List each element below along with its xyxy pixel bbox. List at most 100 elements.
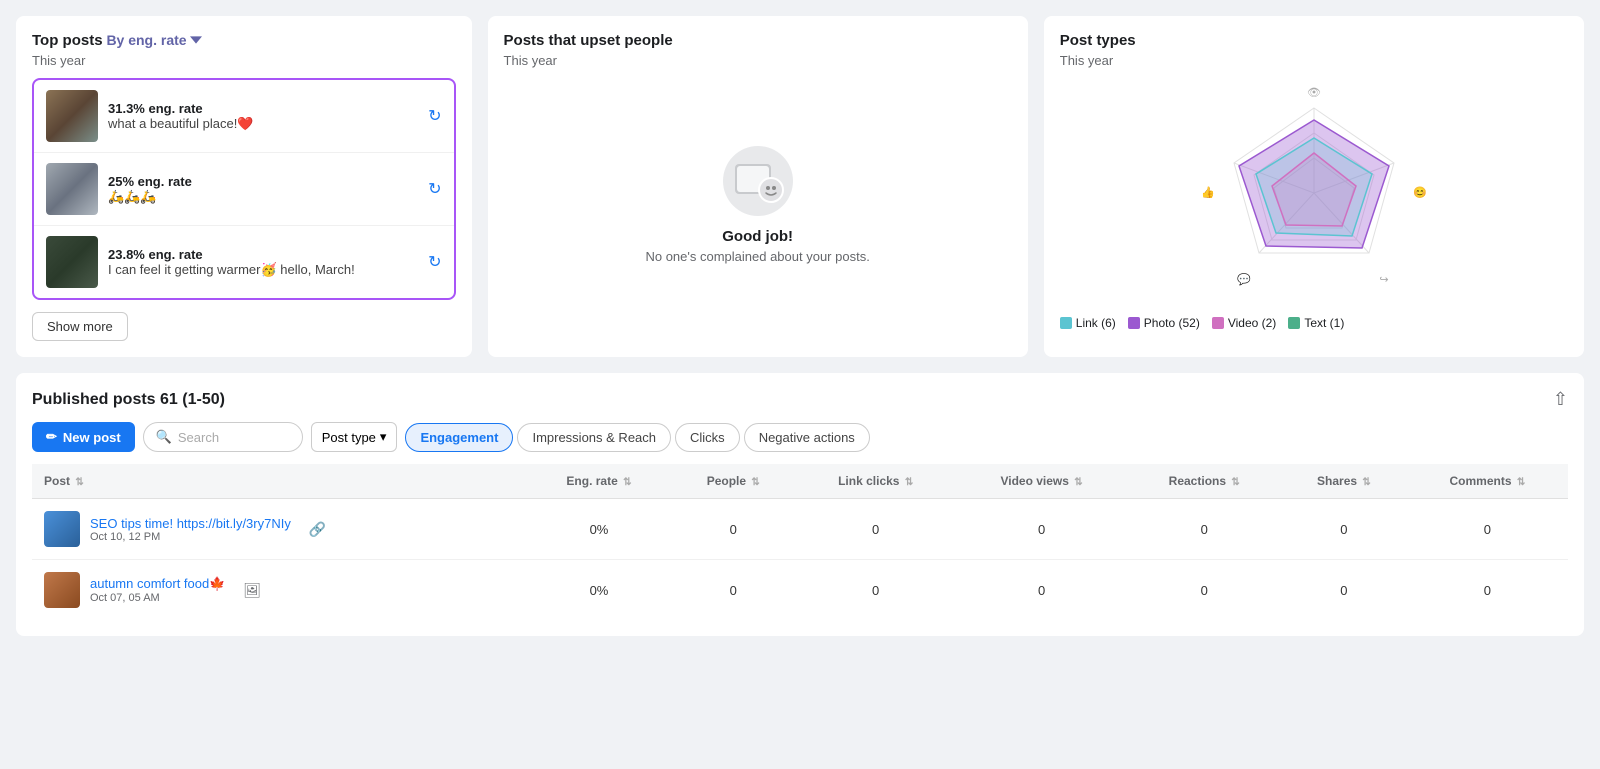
post-thumbnail: [46, 90, 98, 142]
post-type-dropdown[interactable]: Post type ▾: [311, 422, 398, 452]
top-post-item: 25% eng. rate 🛵🛵🛵 ↻: [34, 153, 454, 226]
post-eng-rate: 23.8% eng. rate: [108, 247, 418, 262]
tabs: Engagement Impressions & Reach Clicks Ne…: [405, 423, 869, 452]
legend-dot-text: [1288, 317, 1300, 329]
post-thumbnail: [46, 163, 98, 215]
top-post-item: 23.8% eng. rate I can feel it getting wa…: [34, 226, 454, 298]
sort-icon: ⇅: [1362, 477, 1370, 488]
legend-label-video: Video (2): [1228, 316, 1276, 330]
post-types-period: This year: [1060, 53, 1568, 68]
video-views-value: 0: [956, 560, 1128, 621]
upset-posts-card: Posts that upset people This year Good j…: [488, 16, 1028, 357]
eng-rate-value: 0%: [527, 499, 671, 560]
video-views-value: 0: [956, 499, 1128, 560]
radar-svg: 👁 👍 😊 💬 ↪: [1194, 78, 1434, 308]
sort-icon: ⇅: [1074, 477, 1082, 488]
tab-engagement[interactable]: Engagement: [405, 423, 513, 452]
post-type-icon-photo: 🖼: [243, 582, 261, 599]
col-reactions: Reactions ⇅: [1127, 464, 1281, 499]
export-button[interactable]: ⇧: [1553, 389, 1568, 410]
post-date: Oct 10, 12 PM: [90, 531, 291, 543]
post-date: Oct 07, 05 AM: [90, 592, 225, 604]
legend-label-link: Link (6): [1076, 316, 1116, 330]
good-job-description: No one's complained about your posts.: [645, 249, 869, 264]
people-value: 0: [671, 560, 796, 621]
top-posts-list: 31.3% eng. rate what a beautiful place!❤…: [32, 78, 456, 300]
post-types-card: Post types This year 👁 👍 😊 💬 ↪: [1044, 16, 1584, 357]
legend-photo: Photo (52): [1128, 316, 1200, 330]
col-eng-rate: Eng. rate ⇅: [527, 464, 671, 499]
post-cell: autumn comfort food🍁 Oct 07, 05 AM 🖼: [32, 560, 527, 621]
sort-icon: ⇅: [1231, 477, 1239, 488]
post-type-icon-link: 🔗: [309, 521, 326, 538]
section-title-group: Published posts 61 (1-50): [32, 391, 225, 409]
radar-chart: 👁 👍 😊 💬 ↪: [1194, 78, 1434, 308]
legend-text: Text (1): [1288, 316, 1344, 330]
post-avatar: [44, 511, 80, 547]
top-post-item: 31.3% eng. rate what a beautiful place!❤…: [34, 80, 454, 153]
top-posts-title: Top posts: [32, 32, 103, 49]
legend-dot-photo: [1128, 317, 1140, 329]
refresh-button[interactable]: ↻: [428, 252, 441, 272]
legend-label-text: Text (1): [1304, 316, 1344, 330]
upset-posts-title: Posts that upset people: [504, 32, 1012, 49]
section-title: Published posts 61 (1-50): [32, 391, 225, 408]
legend-video: Video (2): [1212, 316, 1276, 330]
upset-posts-content: Good job! No one's complained about your…: [504, 68, 1012, 341]
refresh-button[interactable]: ↻: [428, 106, 441, 126]
sort-icon: ⇅: [751, 477, 759, 488]
legend-dot-link: [1060, 317, 1072, 329]
col-people: People ⇅: [671, 464, 796, 499]
post-caption: 🛵🛵🛵: [108, 189, 418, 205]
post-caption: I can feel it getting warmer🥳 hello, Mar…: [108, 262, 418, 278]
refresh-button[interactable]: ↻: [428, 179, 441, 199]
shares-value: 0: [1281, 560, 1407, 621]
eng-rate-value: 0%: [527, 560, 671, 621]
tab-impressions-reach[interactable]: Impressions & Reach: [517, 423, 671, 452]
sort-by-eng-rate-button[interactable]: By eng. rate: [106, 32, 201, 48]
search-icon: 🔍: [156, 429, 172, 445]
chevron-down-icon: ▾: [380, 429, 387, 445]
svg-text:😊: 😊: [1413, 186, 1427, 199]
pencil-icon: ✏: [46, 429, 57, 445]
good-job-icon: [723, 146, 793, 216]
col-video-views: Video views ⇅: [956, 464, 1128, 499]
reactions-value: 0: [1127, 560, 1281, 621]
post-caption: what a beautiful place!❤️: [108, 116, 418, 132]
new-post-button[interactable]: ✏ New post: [32, 422, 135, 452]
search-box[interactable]: 🔍 Search: [143, 422, 303, 452]
comments-value: 0: [1407, 560, 1568, 621]
search-placeholder: Search: [178, 430, 219, 445]
link-clicks-value: 0: [796, 499, 956, 560]
top-posts-period: This year: [32, 53, 456, 68]
legend-dot-video: [1212, 317, 1224, 329]
post-eng-rate: 25% eng. rate: [108, 174, 418, 189]
post-avatar: [44, 572, 80, 608]
good-job-title: Good job!: [722, 228, 793, 245]
link-clicks-value: 0: [796, 560, 956, 621]
svg-text:💬: 💬: [1237, 273, 1251, 286]
col-link-clicks: Link clicks ⇅: [796, 464, 956, 499]
comments-value: 0: [1407, 499, 1568, 560]
col-comments: Comments ⇅: [1407, 464, 1568, 499]
post-thumbnail: [46, 236, 98, 288]
table-header-row: Post ⇅ Eng. rate ⇅ People ⇅ Link clicks …: [32, 464, 1568, 499]
post-title: autumn comfort food🍁: [90, 576, 225, 592]
show-more-button[interactable]: Show more: [32, 312, 128, 341]
reactions-value: 0: [1127, 499, 1281, 560]
svg-text:👍: 👍: [1201, 186, 1215, 199]
post-types-legend: Link (6) Photo (52) Video (2) Text (1): [1060, 316, 1568, 330]
post-cell: SEO tips time! https://bit.ly/3ry7NIy Oc…: [32, 499, 527, 560]
svg-text:👁: 👁: [1307, 87, 1321, 99]
sort-icon: ⇅: [905, 477, 913, 488]
legend-label-photo: Photo (52): [1144, 316, 1200, 330]
tab-negative-actions[interactable]: Negative actions: [744, 423, 870, 452]
legend-link: Link (6): [1060, 316, 1116, 330]
svg-text:↪: ↪: [1379, 274, 1388, 286]
tab-clicks[interactable]: Clicks: [675, 423, 740, 452]
col-shares: Shares ⇅: [1281, 464, 1407, 499]
posts-table: Post ⇅ Eng. rate ⇅ People ⇅ Link clicks …: [32, 464, 1568, 620]
people-value: 0: [671, 499, 796, 560]
upset-posts-period: This year: [504, 53, 1012, 68]
published-posts-section: Published posts 61 (1-50) ⇧ ✏ New post 🔍…: [16, 373, 1584, 636]
